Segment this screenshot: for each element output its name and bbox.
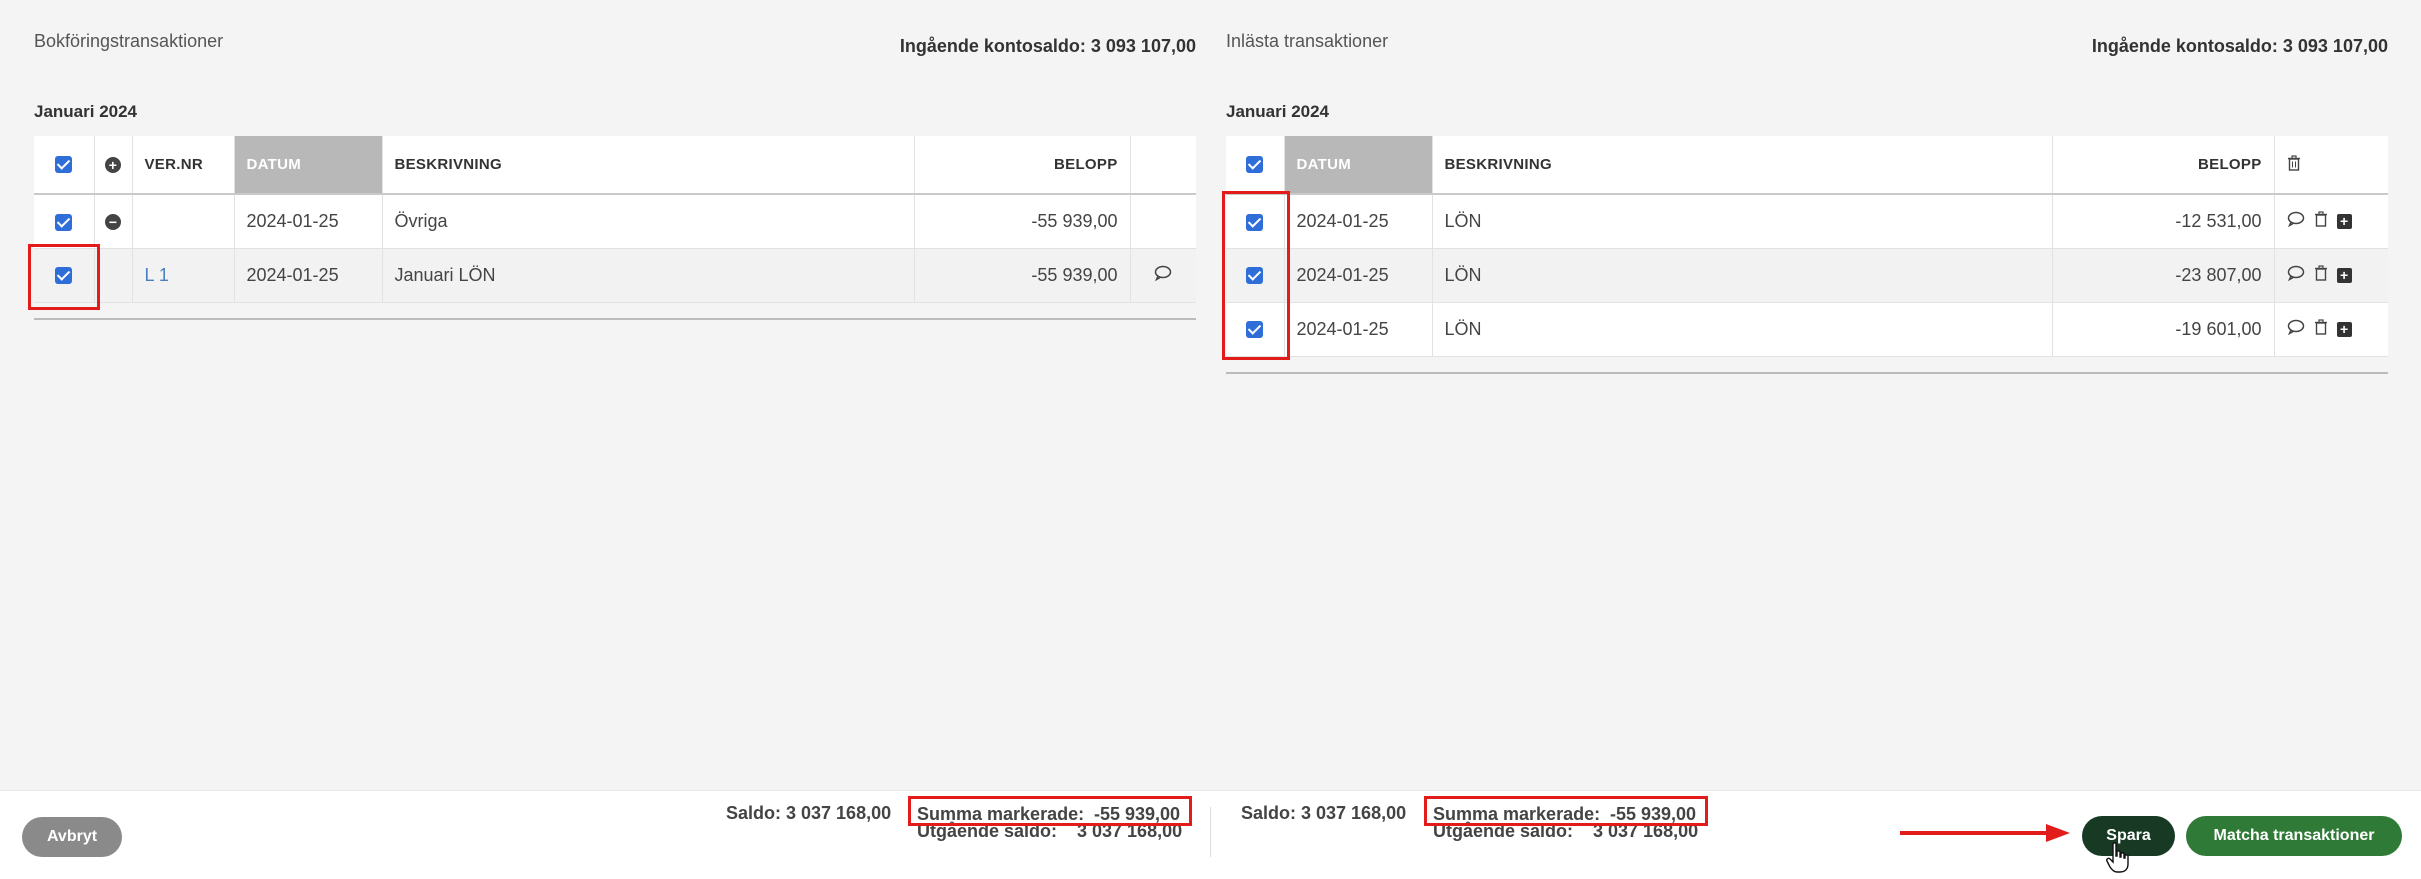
panel-title: Bokföringstransaktioner bbox=[34, 31, 224, 51]
table-header: + VER.NR DATUM BESKRIVNING BELOPP bbox=[34, 136, 1196, 195]
match-transactions-button[interactable]: Matcha transaktioner bbox=[2186, 816, 2402, 856]
row-ver-nr bbox=[131, 194, 234, 249]
comment-icon[interactable] bbox=[2287, 211, 2305, 232]
add-icon[interactable]: + bbox=[2336, 267, 2352, 283]
row-datum: 2024-01-25 bbox=[1283, 248, 1432, 303]
column-datum[interactable]: DATUM bbox=[1283, 136, 1432, 195]
row-beskrivning: LÖN bbox=[1431, 248, 2052, 303]
table-bottom-line bbox=[34, 318, 1196, 320]
table-row[interactable]: 2024-01-25 LÖN -23 807,00 + bbox=[1226, 248, 2388, 303]
table-bottom-line bbox=[1226, 372, 2388, 374]
row-belopp: -12 531,00 bbox=[2051, 194, 2274, 249]
row-belopp: -55 939,00 bbox=[913, 248, 1130, 303]
column-actions bbox=[1129, 136, 1196, 195]
row-beskrivning: LÖN bbox=[1431, 194, 2052, 249]
row-actions bbox=[1129, 248, 1196, 303]
column-belopp[interactable]: BELOPP bbox=[913, 136, 1130, 195]
add-icon[interactable]: + bbox=[2336, 214, 2352, 230]
select-all-checkbox[interactable] bbox=[34, 136, 94, 195]
delete-all-cell bbox=[2273, 136, 2388, 195]
right-saldo: Saldo: 3 037 168,00 bbox=[1241, 803, 1407, 823]
row-actions bbox=[1129, 194, 1196, 249]
imported-transactions-panel: Inlästa transaktioner Ingående kontosald… bbox=[1226, 0, 2388, 380]
row-actions: + bbox=[2273, 194, 2388, 249]
comment-icon[interactable] bbox=[2287, 265, 2305, 286]
opening-balance: Ingående kontosaldo: 3 093 107,00 bbox=[899, 36, 1196, 56]
left-saldo: Saldo: 3 037 168,00 bbox=[726, 803, 892, 823]
select-all-checkbox[interactable] bbox=[1226, 136, 1284, 195]
add-icon[interactable]: + bbox=[2336, 321, 2352, 337]
imported-transactions-table: DATUM BESKRIVNING BELOPP 2024-01-25 LÖN … bbox=[1226, 136, 2388, 357]
row-beskrivning: Januari LÖN bbox=[381, 248, 914, 303]
ver-nr-link[interactable]: L 1 bbox=[145, 265, 169, 285]
highlight-box-right-summa bbox=[1424, 796, 1708, 826]
remove-icon[interactable]: − bbox=[93, 194, 132, 249]
row-datum: 2024-01-25 bbox=[1283, 302, 1432, 357]
row-belopp: -19 601,00 bbox=[2051, 302, 2274, 357]
comment-icon[interactable] bbox=[1154, 265, 1172, 286]
footer-divider bbox=[1210, 807, 1211, 857]
table-row[interactable]: 2024-01-25 LÖN -19 601,00 + bbox=[1226, 302, 2388, 357]
panel-title: Inlästa transaktioner bbox=[1226, 31, 1389, 51]
highlight-box-left-checkbox bbox=[28, 244, 100, 310]
arrow-icon bbox=[1900, 824, 2070, 842]
trash-icon[interactable] bbox=[2287, 154, 2301, 175]
row-datum: 2024-01-25 bbox=[233, 248, 382, 303]
row-beskrivning: LÖN bbox=[1431, 302, 2052, 357]
cancel-button[interactable]: Avbryt bbox=[22, 817, 122, 857]
column-beskrivning[interactable]: BESKRIVNING bbox=[381, 136, 914, 195]
add-icon[interactable]: + bbox=[93, 136, 132, 195]
table-row[interactable]: L 1 2024-01-25 Januari LÖN -55 939,00 bbox=[34, 248, 1196, 303]
month-heading: Januari 2024 bbox=[1226, 102, 1330, 121]
table-row[interactable]: − 2024-01-25 Övriga -55 939,00 bbox=[34, 194, 1196, 249]
highlight-box-right-checkboxes bbox=[1222, 191, 1290, 360]
trash-icon[interactable] bbox=[2314, 319, 2328, 340]
table-header: DATUM BESKRIVNING BELOPP bbox=[1226, 136, 2388, 195]
row-checkbox[interactable] bbox=[34, 194, 94, 249]
column-ver-nr[interactable]: VER.NR bbox=[131, 136, 234, 195]
column-belopp[interactable]: BELOPP bbox=[2051, 136, 2274, 195]
comment-icon[interactable] bbox=[2287, 319, 2305, 340]
column-beskrivning[interactable]: BESKRIVNING bbox=[1431, 136, 2052, 195]
highlight-box-left-summa bbox=[908, 796, 1192, 826]
row-ver-nr-link[interactable]: L 1 bbox=[131, 248, 234, 303]
row-belopp: -23 807,00 bbox=[2051, 248, 2274, 303]
opening-balance: Ingående kontosaldo: 3 093 107,00 bbox=[2091, 36, 2388, 56]
trash-icon[interactable] bbox=[2314, 265, 2328, 286]
row-beskrivning: Övriga bbox=[381, 194, 914, 249]
row-actions: + bbox=[2273, 248, 2388, 303]
booking-transactions-table: + VER.NR DATUM BESKRIVNING BELOPP − 2024… bbox=[34, 136, 1196, 303]
hand-cursor-icon bbox=[2106, 842, 2129, 873]
row-datum: 2024-01-25 bbox=[1283, 194, 1432, 249]
trash-icon[interactable] bbox=[2314, 211, 2328, 232]
row-belopp: -55 939,00 bbox=[913, 194, 1130, 249]
table-row[interactable]: 2024-01-25 LÖN -12 531,00 + bbox=[1226, 194, 2388, 249]
column-datum[interactable]: DATUM bbox=[233, 136, 382, 195]
month-heading: Januari 2024 bbox=[34, 102, 138, 121]
booking-transactions-panel: Bokföringstransaktioner Ingående kontosa… bbox=[34, 0, 1196, 330]
row-datum: 2024-01-25 bbox=[233, 194, 382, 249]
row-actions: + bbox=[2273, 302, 2388, 357]
